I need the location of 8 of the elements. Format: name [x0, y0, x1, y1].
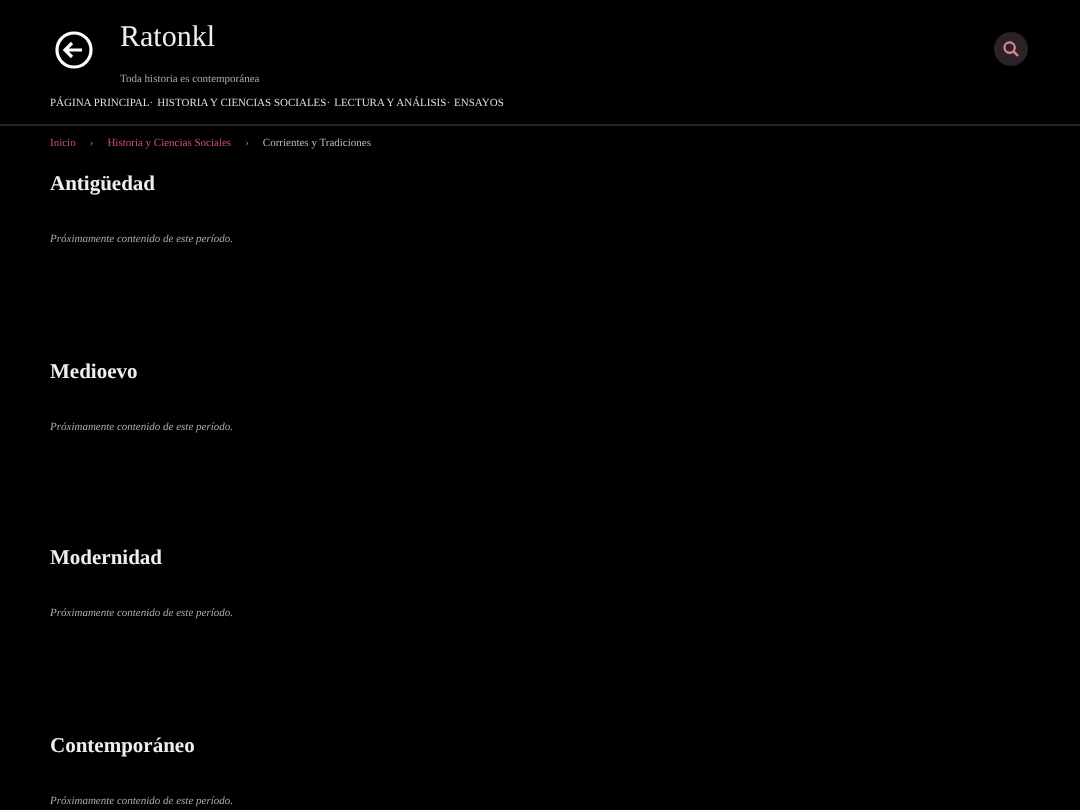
- site-title[interactable]: Ratonkl: [120, 20, 260, 56]
- section-heading: Contemporáneo: [50, 733, 197, 761]
- section-heading: Modernidad: [50, 546, 165, 574]
- search-button[interactable]: [994, 32, 1028, 66]
- search-icon: [1002, 40, 1020, 58]
- back-icon[interactable]: [54, 30, 94, 70]
- section-heading: Antigüedad: [50, 172, 158, 200]
- section-heading: Medioevo: [50, 359, 140, 387]
